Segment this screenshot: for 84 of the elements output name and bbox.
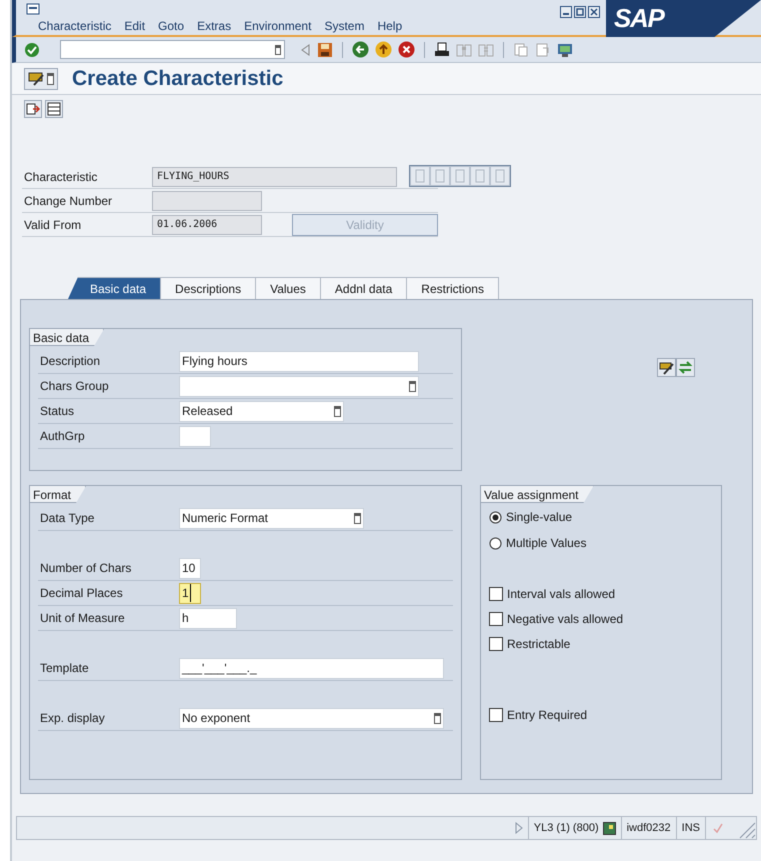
glasses-pencil-icon[interactable] <box>657 358 676 377</box>
display-field: FLYING_HOURS <box>152 166 397 186</box>
option-label: Single-value <box>506 509 572 526</box>
up-icon[interactable] <box>375 41 392 58</box>
group-title: Value assignment <box>481 486 594 503</box>
enter-icon[interactable] <box>24 42 40 58</box>
logo: SAP <box>606 0 761 37</box>
field-label: Exp. display <box>39 710 106 727</box>
option-label: Multiple Values <box>506 535 586 552</box>
dropdown-icon <box>434 712 441 724</box>
maximize-icon[interactable] <box>574 6 586 18</box>
input-field[interactable]: Flying hours <box>179 350 419 372</box>
field-label: Template <box>39 660 90 677</box>
close-icon[interactable] <box>588 6 600 18</box>
field-label: Chars Group <box>39 378 110 395</box>
input-field[interactable]: h <box>179 608 237 628</box>
cancel-icon[interactable] <box>398 41 415 58</box>
field-label: Valid From <box>23 216 82 234</box>
menu-item[interactable]: Characteristic <box>38 17 112 35</box>
dropdown-field[interactable]: No exponent <box>179 708 444 728</box>
status-text: INS <box>682 820 700 836</box>
field-label: Description <box>39 353 102 370</box>
checkbox[interactable] <box>489 637 503 651</box>
display-change-button[interactable] <box>24 68 58 90</box>
monitor-icon[interactable] <box>557 42 573 58</box>
field-label: Unit of Measure <box>39 610 126 627</box>
dropdown-icon <box>354 512 361 524</box>
dropdown-field[interactable]: Released <box>179 400 344 422</box>
dropdown-icon <box>275 44 281 54</box>
dropdown-icon <box>334 406 341 416</box>
page-title: Create Characteristic <box>72 66 284 92</box>
tab[interactable]: Descriptions <box>161 277 256 299</box>
field-label: Change Number <box>23 192 114 210</box>
check-mark-icon[interactable] <box>712 822 724 834</box>
field-label: Number of Chars <box>39 560 132 577</box>
menu-item[interactable]: Edit <box>124 17 146 35</box>
status-text: iwdf0232 <box>626 820 671 836</box>
tab[interactable]: Values <box>256 277 321 299</box>
back-icon[interactable] <box>352 41 369 58</box>
swap-arrows-icon[interactable] <box>676 358 695 377</box>
field-label: Status <box>39 403 76 420</box>
input-field[interactable] <box>179 426 211 446</box>
back-arrow-icon[interactable] <box>299 42 311 56</box>
command-field[interactable] <box>60 40 285 59</box>
input-field[interactable]: ___'___'___._ <box>179 658 444 678</box>
menu-item[interactable]: System <box>324 17 364 35</box>
dropdown-field[interactable]: Numeric Format <box>179 508 364 528</box>
table-icon[interactable] <box>45 100 63 118</box>
dropdown-icon <box>47 72 54 84</box>
menu-item[interactable]: Goto <box>158 17 184 35</box>
save-icon[interactable] <box>317 42 333 58</box>
display-field: 01.06.2006 <box>152 214 262 234</box>
menu-item[interactable]: Extras <box>197 17 232 35</box>
option-label: Entry Required <box>507 707 588 724</box>
tab[interactable]: Restrictions <box>407 277 499 299</box>
glasses-pencil-icon <box>28 71 45 86</box>
group-title: Basic data <box>30 329 104 346</box>
status-text: YL3 (1) (800) <box>534 820 599 836</box>
system-info-icon[interactable] <box>602 822 616 834</box>
field-label: Characteristic <box>23 168 98 186</box>
group-title: Format <box>30 486 86 503</box>
input-field[interactable]: 1 <box>179 582 201 604</box>
option-label: Interval vals allowed <box>507 586 616 603</box>
checkbox[interactable] <box>489 708 503 722</box>
other-object-icon[interactable] <box>24 100 42 118</box>
window-menu-icon[interactable] <box>26 3 40 15</box>
print-icon[interactable] <box>434 42 450 58</box>
option-label: Restrictable <box>507 636 570 653</box>
minimize-icon[interactable] <box>560 6 572 18</box>
field-label: AuthGrp <box>39 428 86 445</box>
menu-item[interactable]: Help <box>377 17 402 35</box>
tab[interactable]: Addnl data <box>320 277 408 299</box>
checkbox[interactable] <box>489 587 503 601</box>
checkbox[interactable] <box>489 612 503 626</box>
radio-button[interactable] <box>489 536 502 550</box>
field-label: Data Type <box>39 510 96 527</box>
dropdown-icon <box>409 380 416 392</box>
menu-item[interactable]: Environment <box>244 17 312 35</box>
tab[interactable]: Basic data <box>68 277 162 299</box>
input-field[interactable]: 10 <box>179 558 201 578</box>
radio-button[interactable] <box>489 510 502 524</box>
dropdown-field[interactable] <box>179 376 419 396</box>
option-label: Negative vals allowed <box>507 611 624 628</box>
field-label: Decimal Places <box>39 585 124 602</box>
